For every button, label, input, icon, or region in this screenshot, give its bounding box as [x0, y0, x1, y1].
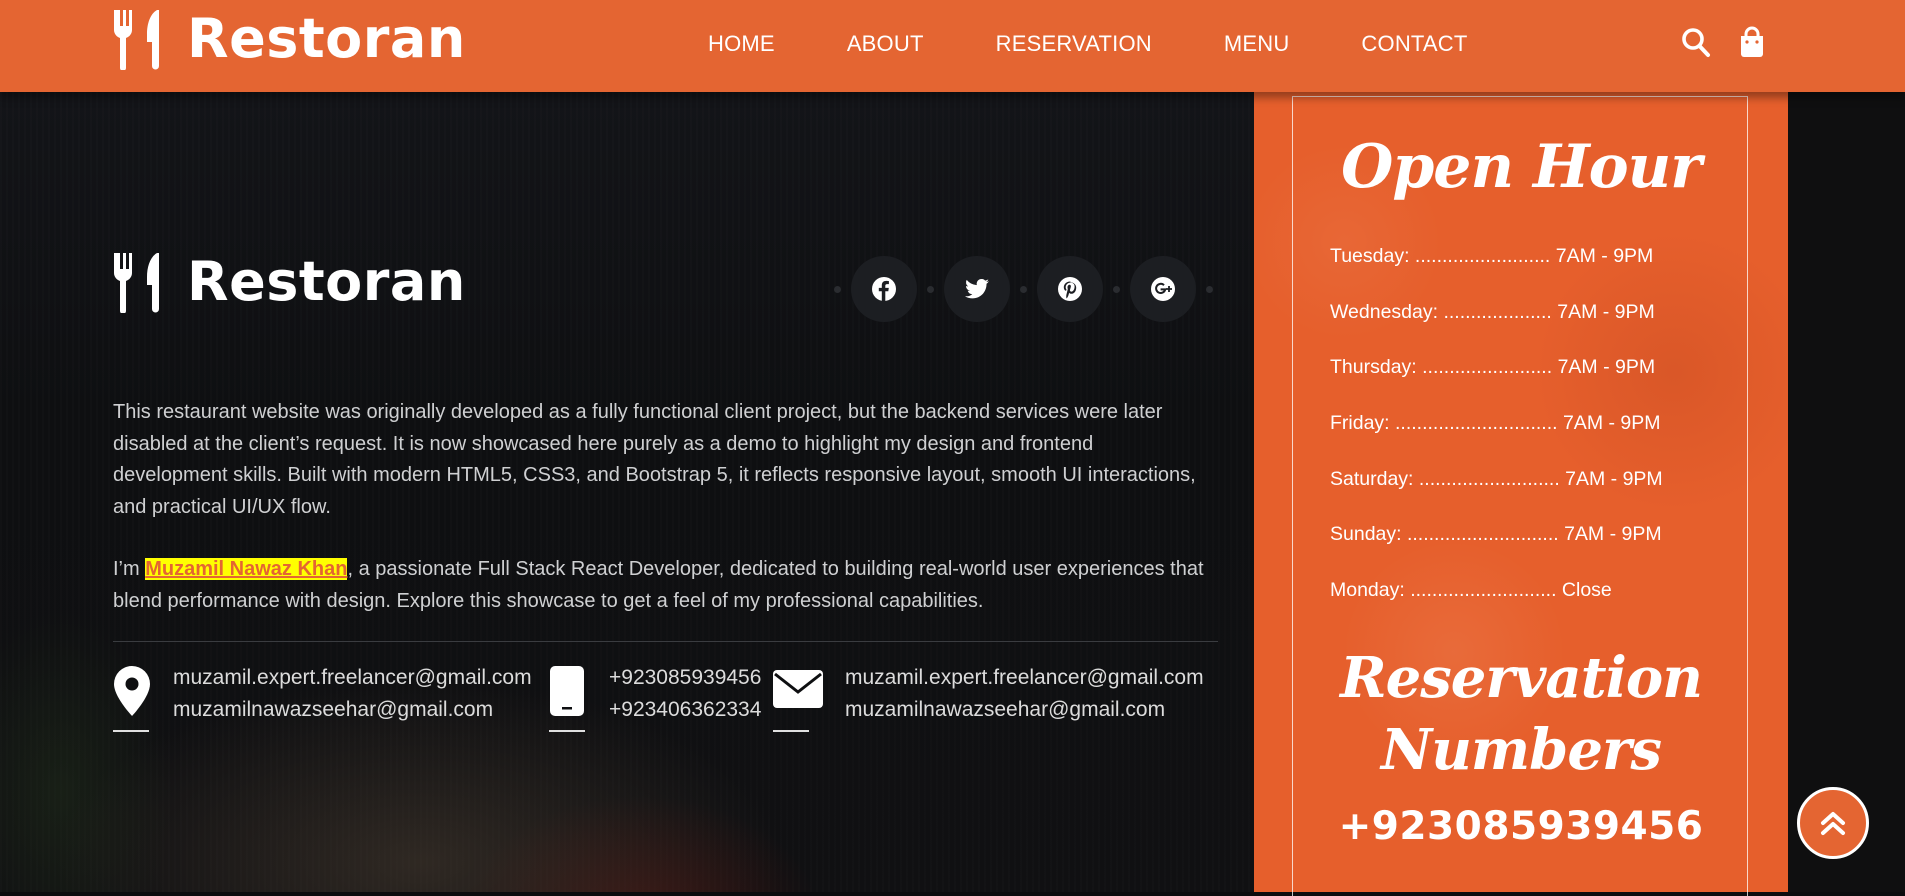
hours-friday: Friday: .............................. 7… [1330, 412, 1661, 435]
intro-prefix: I’m [113, 558, 146, 580]
about-intro: I’m Muzamil Nawaz Khan, a passionate Ful… [113, 554, 1213, 617]
footer-divider [113, 641, 1218, 642]
email-line[interactable]: muzamilnawazseehar@gmail.com [845, 694, 1204, 726]
phone-icon [549, 662, 587, 732]
phone-lines: +923085939456 +923406362334 [609, 662, 761, 726]
google-plus-button[interactable] [1130, 256, 1196, 322]
nav-links: HOME ABOUT RESERVATION MENU CONTACT [708, 0, 1540, 88]
envelope-icon [773, 662, 823, 732]
email-line[interactable]: muzamil.expert.freelancer@gmail.com [845, 662, 1204, 694]
social-links [824, 256, 1223, 322]
reservation-number[interactable]: +923085939456 [1254, 804, 1788, 849]
nav-contact[interactable]: CONTACT [1361, 31, 1467, 57]
footer-brand-name: Restoran [187, 250, 466, 313]
reservation-title-line-2: Numbers [1381, 717, 1662, 783]
hours-saturday: Saturday: .......................... 7AM… [1330, 467, 1663, 490]
hours-wednesday: Wednesday: .................... 7AM - 9P… [1330, 300, 1655, 323]
hours-sunday: Sunday: ............................ 7AM… [1330, 523, 1662, 546]
phone-number[interactable]: +923085939456 [609, 662, 761, 694]
contact-email: muzamil.expert.freelancer@gmail.com muza… [773, 662, 1204, 732]
facebook-button[interactable] [851, 256, 917, 322]
nav-home[interactable]: HOME [708, 31, 775, 57]
reservation-title: Reservation Numbers [1254, 642, 1788, 786]
about-text: This restaurant website was originally d… [113, 397, 1213, 617]
footer-brand[interactable]: Restoran [113, 251, 466, 313]
separator-dot [1020, 285, 1027, 293]
contact-address: muzamil.expert.freelancer@gmail.com muza… [113, 662, 532, 732]
location-pin-icon [113, 662, 151, 732]
open-hour-title: Open Hour [1341, 132, 1702, 202]
utensils-icon [114, 253, 159, 313]
pinterest-button[interactable] [1037, 256, 1103, 322]
separator-dot [834, 285, 841, 293]
twitter-icon [965, 278, 989, 299]
separator-dot [1113, 285, 1120, 293]
pinterest-icon [1058, 277, 1082, 301]
hours-list: Tuesday: ......................... 7AM -… [1330, 244, 1750, 634]
contact-phone: +923085939456 +923406362334 [549, 662, 761, 732]
back-to-top-button[interactable] [1797, 787, 1869, 859]
double-chevron-up-icon [1821, 812, 1845, 835]
separator-dot [1206, 285, 1213, 293]
facebook-icon [872, 277, 896, 301]
search-icon[interactable] [1681, 26, 1711, 58]
hours-tuesday: Tuesday: ......................... 7AM -… [1330, 245, 1654, 267]
open-hours-panel: Open Hour Tuesday: .....................… [1254, 92, 1788, 896]
twitter-button[interactable] [944, 256, 1010, 322]
page-edge [1788, 92, 1905, 892]
nav-menu[interactable]: MENU [1224, 31, 1290, 57]
about-paragraph: This restaurant website was originally d… [113, 401, 1196, 518]
nav-about[interactable]: ABOUT [847, 31, 924, 57]
separator-dot [927, 285, 934, 293]
utensils-icon [114, 10, 159, 70]
email-line[interactable]: muzamil.expert.freelancer@gmail.com [173, 662, 532, 694]
brand-logo[interactable]: Restoran [113, 8, 466, 70]
google-plus-icon [1151, 277, 1175, 301]
hours-monday: Monday: ........................... Clos… [1330, 579, 1612, 602]
email-lines: muzamil.expert.freelancer@gmail.com muza… [845, 662, 1204, 726]
phone-number[interactable]: +923406362334 [609, 694, 761, 726]
email-line[interactable]: muzamilnawazseehar@gmail.com [173, 694, 532, 726]
address-lines: muzamil.expert.freelancer@gmail.com muza… [173, 662, 532, 726]
brand-name: Restoran [187, 7, 466, 70]
hours-thursday: Thursday: ........................ 7AM -… [1330, 356, 1656, 379]
shopping-bag-icon[interactable] [1737, 26, 1767, 58]
navbar: Restoran HOME ABOUT RESERVATION MENU CON… [0, 0, 1905, 92]
nav-reservation[interactable]: RESERVATION [996, 31, 1152, 57]
reservation-title-line-1: Reservation [1340, 645, 1703, 711]
author-link[interactable]: Muzamil Nawaz Khan [145, 558, 348, 580]
